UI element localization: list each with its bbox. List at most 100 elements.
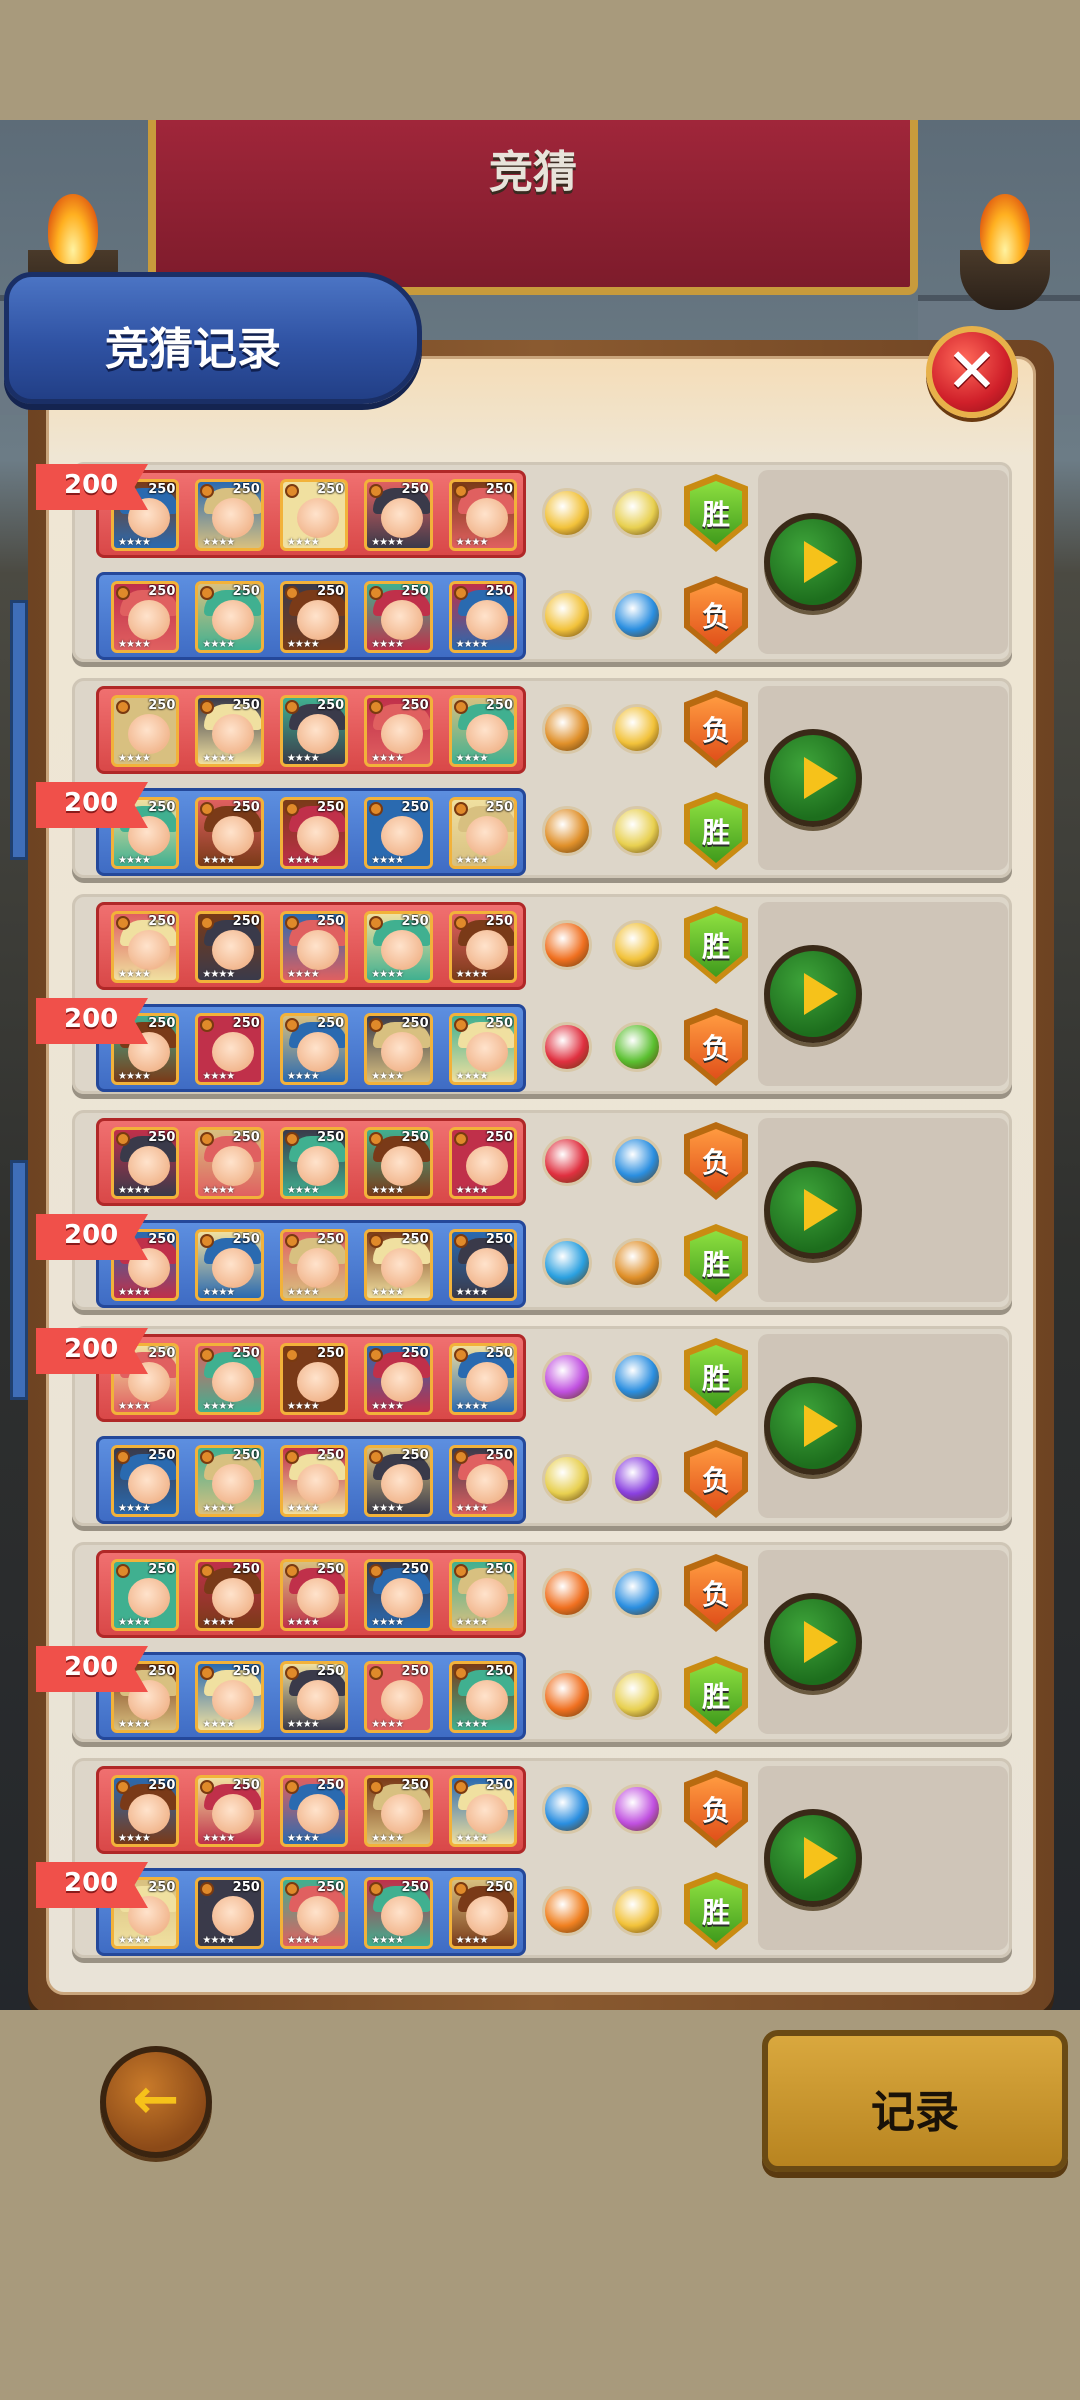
hero-level: 250 bbox=[148, 1448, 176, 1463]
hero-face bbox=[296, 1248, 339, 1288]
hero-level: 250 bbox=[485, 698, 514, 713]
replay-play-button[interactable] bbox=[764, 1377, 862, 1475]
hero-stars: ★★★★ bbox=[371, 855, 404, 866]
hero-portrait: 250 ★★★★ bbox=[279, 695, 349, 767]
hero-class-icon bbox=[284, 700, 299, 714]
hero-level: 250 bbox=[485, 1130, 514, 1145]
hero-stars: ★★★★ bbox=[202, 537, 235, 548]
hero-portrait: 250 ★★★★ bbox=[111, 1445, 180, 1517]
replay-play-button[interactable] bbox=[764, 1809, 862, 1907]
hero-face bbox=[128, 1794, 170, 1834]
hero-level: 250 bbox=[317, 914, 345, 929]
hero-portrait: 250 ★★★★ bbox=[364, 1559, 433, 1631]
hero-portrait: 250 ★★★★ bbox=[364, 1343, 433, 1415]
blue-team-row: 250 ★★★★ 250 ★★★★ 250 ★★★★ 250 ★★★★ 250 ★★★★ bbox=[96, 1652, 526, 1740]
hero-portrait: 250 ★★★★ bbox=[195, 1877, 264, 1949]
skill-orb-icon bbox=[612, 1136, 662, 1186]
hero-face bbox=[465, 1248, 508, 1288]
hero-stars: ★★★★ bbox=[286, 753, 320, 764]
hero-face bbox=[296, 498, 339, 538]
hero-stars: ★★★★ bbox=[286, 1719, 320, 1730]
hero-portrait: 250 ★★★★ bbox=[195, 695, 264, 767]
hero-portrait: 250 ★★★★ bbox=[279, 911, 349, 983]
hero-stars: ★★★★ bbox=[286, 537, 320, 548]
skill-orb-icon bbox=[612, 1454, 662, 1504]
hero-stars: ★★★★ bbox=[455, 1719, 489, 1730]
hero-face bbox=[465, 1464, 508, 1504]
result-label: 负 bbox=[690, 583, 742, 647]
replay-play-button[interactable] bbox=[764, 729, 862, 827]
hero-face bbox=[381, 714, 424, 754]
hero-portrait: 250 ★★★★ bbox=[111, 1559, 180, 1631]
hero-stars: ★★★★ bbox=[118, 1287, 151, 1298]
hero-level: 250 bbox=[485, 1346, 514, 1361]
hero-level: 250 bbox=[317, 1880, 345, 1895]
hero-portrait: 250 ★★★★ bbox=[111, 1127, 180, 1199]
hero-level: 250 bbox=[148, 1130, 176, 1145]
hero-face bbox=[212, 1794, 255, 1834]
hero-class-icon bbox=[284, 1234, 299, 1248]
hero-stars: ★★★★ bbox=[371, 1833, 404, 1844]
hero-level: 250 bbox=[148, 914, 176, 929]
result-label: 负 bbox=[690, 1129, 742, 1193]
hero-face bbox=[212, 1362, 255, 1402]
hero-stars: ★★★★ bbox=[371, 1719, 404, 1730]
hero-level: 250 bbox=[148, 1664, 176, 1679]
hero-level: 250 bbox=[232, 1130, 260, 1145]
hero-portrait: 250 ★★★★ bbox=[195, 797, 264, 869]
back-button[interactable]: ← bbox=[100, 2046, 212, 2158]
hero-face bbox=[296, 930, 339, 970]
history-button[interactable]: 记录 bbox=[762, 2030, 1068, 2172]
flame-icon bbox=[48, 194, 98, 264]
hero-level: 250 bbox=[485, 1016, 514, 1031]
hero-face bbox=[381, 1146, 424, 1186]
hero-stars: ★★★★ bbox=[118, 1719, 151, 1730]
hero-class-icon bbox=[284, 1666, 299, 1680]
hero-class-icon bbox=[284, 1780, 299, 1794]
hero-portrait: 250 ★★★★ bbox=[448, 1877, 518, 1949]
hero-class-icon bbox=[284, 916, 299, 930]
replay-play-button[interactable] bbox=[764, 513, 862, 611]
hero-stars: ★★★★ bbox=[118, 1071, 151, 1082]
hero-stars: ★★★★ bbox=[118, 855, 151, 866]
hero-class-icon bbox=[284, 1348, 299, 1362]
hero-portrait: 250 ★★★★ bbox=[279, 581, 349, 653]
hero-level: 250 bbox=[232, 800, 260, 815]
hero-face bbox=[381, 1794, 424, 1834]
hero-face bbox=[296, 1794, 339, 1834]
hero-stars: ★★★★ bbox=[286, 1401, 320, 1412]
hero-level: 250 bbox=[148, 800, 176, 815]
blue-team-row: 250 ★★★★ 250 ★★★★ 250 ★★★★ 250 ★★★★ 250 ★★★★ bbox=[96, 788, 526, 876]
replay-play-button[interactable] bbox=[764, 1593, 862, 1691]
hero-level: 250 bbox=[485, 1778, 514, 1793]
hero-class-icon bbox=[453, 1780, 468, 1794]
hero-portrait: 250 ★★★★ bbox=[279, 1343, 349, 1415]
hero-portrait: 250 ★★★★ bbox=[364, 1013, 433, 1085]
skill-orb-icon bbox=[542, 590, 592, 640]
replay-play-button[interactable] bbox=[764, 1161, 862, 1259]
result-label: 负 bbox=[690, 1015, 742, 1079]
hero-face bbox=[465, 600, 508, 640]
hero-portrait: 250 ★★★★ bbox=[364, 1445, 433, 1517]
hero-level: 250 bbox=[317, 698, 345, 713]
hero-face bbox=[296, 1032, 339, 1072]
panel-title: 竞猜记录 bbox=[105, 324, 281, 375]
hero-level: 250 bbox=[401, 914, 429, 929]
replay-play-button[interactable] bbox=[764, 945, 862, 1043]
arena-banner: 竞猜 bbox=[148, 120, 918, 295]
hero-portrait: 250 ★★★★ bbox=[279, 1661, 349, 1733]
hero-level: 250 bbox=[485, 1448, 514, 1463]
hero-stars: ★★★★ bbox=[118, 639, 151, 650]
skill-orb-icon bbox=[612, 1022, 662, 1072]
blue-team-row: 250 ★★★★ 250 ★★★★ 250 ★★★★ 250 ★★★★ 250 ★★★★ bbox=[96, 1004, 526, 1092]
close-button[interactable]: ✕ bbox=[926, 326, 1018, 418]
skill-orb-icon bbox=[542, 1022, 592, 1072]
hero-portrait: 250 ★★★★ bbox=[111, 1775, 180, 1847]
hero-stars: ★★★★ bbox=[118, 1503, 151, 1514]
red-team-row: 250 ★★★★ 250 ★★★★ 250 ★★★★ 250 ★★★★ 250 ★★★★ bbox=[96, 1118, 526, 1206]
hero-level: 250 bbox=[401, 800, 429, 815]
hero-stars: ★★★★ bbox=[455, 639, 489, 650]
blue-team-row: 250 ★★★★ 250 ★★★★ 250 ★★★★ 250 ★★★★ 250 ★★★★ bbox=[96, 1220, 526, 1308]
hero-stars: ★★★★ bbox=[202, 639, 235, 650]
hero-stars: ★★★★ bbox=[371, 1185, 404, 1196]
